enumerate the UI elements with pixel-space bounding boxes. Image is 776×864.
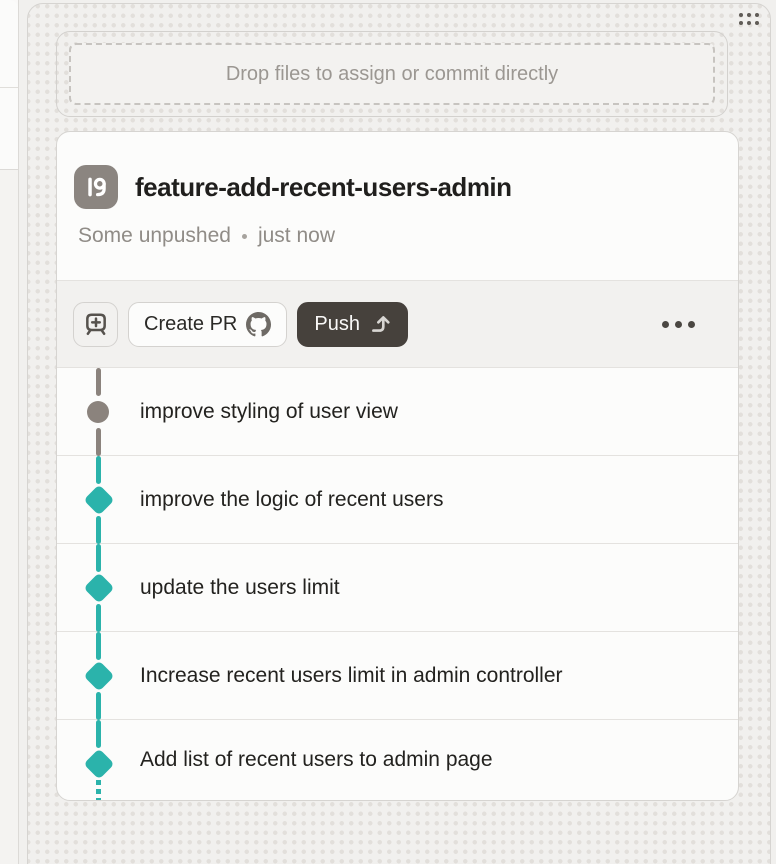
adjacent-lane-edge [0,0,19,864]
branch-card-header: feature-add-recent-users-admin Some unpu… [57,132,738,280]
branch-toolbar: Create PR Push [57,280,738,368]
adjacent-lane-fragment [0,170,18,864]
commit-message[interactable]: improve styling of user view [140,400,398,424]
adjacent-card-fragment [0,0,18,88]
ellipsis-icon [662,321,669,328]
branch-icon [74,165,118,209]
commit-message[interactable]: improve the logic of recent users [140,488,443,512]
branch-menu-button[interactable] [658,313,699,336]
push-label: Push [314,313,360,336]
local-commit-marker [87,401,109,423]
commit-message[interactable]: update the users limit [140,576,340,600]
commit-row[interactable]: Increase recent users limit in admin con… [57,632,738,720]
push-button[interactable]: Push [297,302,408,347]
lane-drag-handle-icon[interactable] [739,13,759,25]
new-commit-button[interactable] [73,302,118,347]
drop-zone-label: Drop files to assign or commit directly [226,63,558,86]
commit-message[interactable]: Increase recent users limit in admin con… [140,664,563,688]
create-pr-label: Create PR [144,313,237,336]
branch-status: Some unpushed just now [74,224,720,248]
pushed-commit-marker [83,484,114,515]
timeline-dashed-tail [96,780,101,801]
branch-card: feature-add-recent-users-admin Some unpu… [56,131,739,801]
commit-row[interactable]: improve the logic of recent users [57,456,738,544]
github-icon [246,312,271,337]
adjacent-card-fragment [0,88,18,170]
pushed-commit-marker [83,660,114,691]
pushed-commit-marker [83,748,114,779]
status-separator-dot [242,234,247,239]
commit-row[interactable]: Add list of recent users to admin page [57,720,738,800]
create-pr-button[interactable]: Create PR [128,302,287,347]
file-drop-target[interactable]: Drop files to assign or commit directly [69,43,715,105]
last-commit-time: just now [258,224,335,248]
pushed-commit-marker [83,572,114,603]
arrow-up-icon [369,313,391,335]
commit-list: improve styling of user view improve the… [57,368,738,800]
file-drop-zone[interactable]: Drop files to assign or commit directly [56,31,728,117]
commit-row[interactable]: update the users limit [57,544,738,632]
commit-row[interactable]: improve styling of user view [57,368,738,456]
push-status-text: Some unpushed [78,224,231,248]
branch-lane: Drop files to assign or commit directly … [27,3,771,864]
commit-add-icon [83,311,109,337]
branch-name[interactable]: feature-add-recent-users-admin [135,172,512,203]
commit-message[interactable]: Add list of recent users to admin page [140,748,493,772]
